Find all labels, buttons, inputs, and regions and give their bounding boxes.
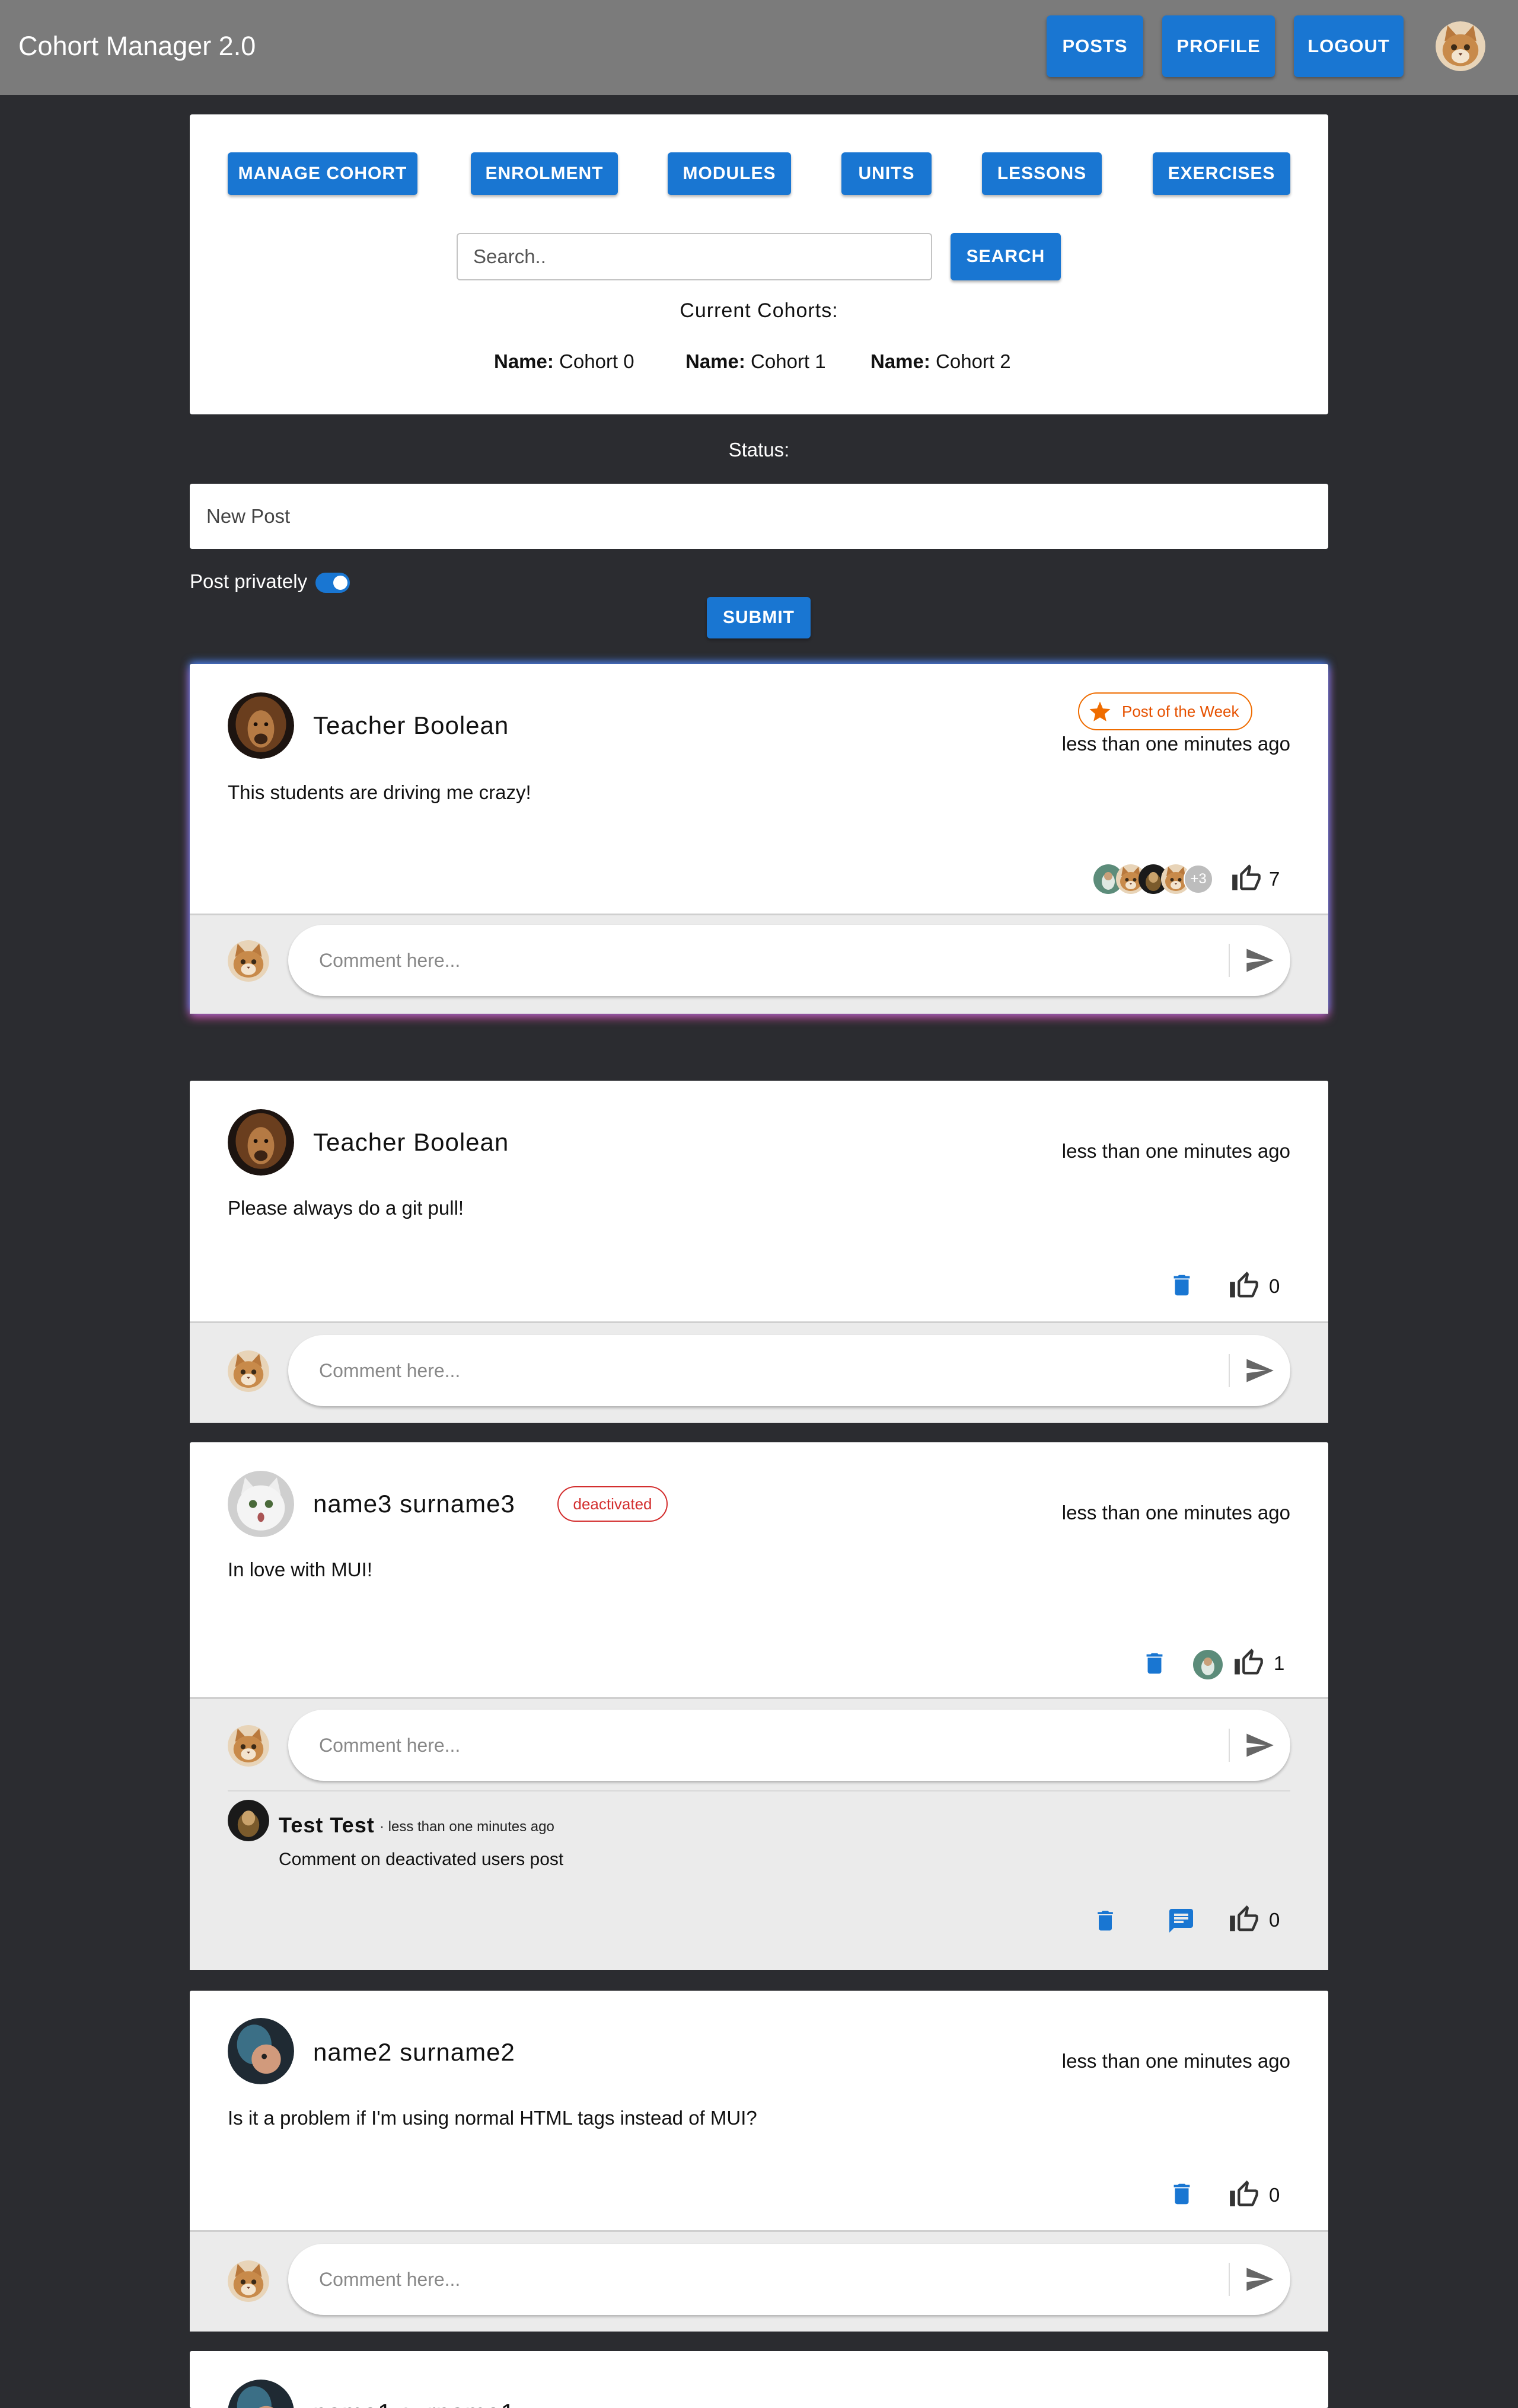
comment-input[interactable] [319, 2262, 1179, 2297]
deactivated-badge: deactivated [557, 1486, 668, 1522]
comment-box [288, 2244, 1290, 2315]
post-card: name2 surname2 less than one minutes ago… [190, 1991, 1328, 2332]
likers-avatar-group[interactable]: +3 [1093, 864, 1218, 895]
submit-post-button[interactable]: SUBMIT [707, 597, 811, 638]
comment-box [288, 1335, 1290, 1406]
comment-text: Comment on deactivated users post [279, 1850, 564, 1869]
send-icon[interactable] [1244, 1730, 1275, 1761]
comment-author[interactable]: Test Test [279, 1813, 375, 1838]
post-author[interactable]: name3 surname3 [313, 1490, 515, 1518]
current-user-avatar [228, 2260, 269, 2302]
like-count: 7 [1269, 868, 1280, 890]
post-card: Teacher Boolean Post of the Week less th… [190, 664, 1328, 1014]
comment-input[interactable] [319, 943, 1179, 978]
current-user-avatar [228, 1350, 269, 1392]
current-cohorts-title: Current Cohorts: [680, 299, 838, 322]
comment-box [288, 1710, 1290, 1781]
star-icon [1088, 700, 1112, 724]
cohort-item: Name: Cohort 1 [685, 350, 826, 372]
post-card: Teacher Boolean less than one minutes ag… [190, 1081, 1328, 1423]
comment-section: Test Test · less than one minutes ago Co… [190, 1697, 1328, 1970]
cohort-management-panel: MANAGE COHORT ENROLMENT MODULES UNITS LE… [190, 114, 1328, 414]
author-avatar[interactable] [228, 2380, 294, 2408]
search-button[interactable]: SEARCH [951, 233, 1061, 280]
like-count: 0 [1269, 2184, 1280, 2206]
post-author[interactable]: Teacher Boolean [313, 711, 509, 740]
post-privately-label: Post privately [190, 570, 308, 592]
like-icon[interactable] [1229, 2179, 1259, 2210]
delete-comment-icon[interactable] [1092, 1908, 1118, 1934]
liker-avatar[interactable] [1193, 1650, 1223, 1679]
cohort-item: Name: Cohort 2 [870, 350, 1011, 372]
post-text: In love with MUI! [228, 1559, 372, 1580]
like-icon[interactable] [1229, 1270, 1259, 1301]
post-author[interactable]: Teacher Boolean [313, 1128, 509, 1157]
post-text: This students are driving me crazy! [228, 781, 531, 803]
post-card: name1 surname1 [190, 2351, 1328, 2408]
like-icon[interactable] [1233, 1647, 1264, 1678]
like-icon[interactable] [1231, 863, 1262, 894]
post-privately-toggle[interactable] [315, 573, 350, 593]
more-likers-count: +3 [1184, 864, 1213, 894]
delete-icon[interactable] [1168, 1272, 1195, 1299]
search-input[interactable] [457, 233, 932, 280]
units-button[interactable]: UNITS [841, 152, 932, 195]
status-label: Status: [728, 439, 790, 461]
post-author[interactable]: name2 surname2 [313, 2038, 515, 2067]
post-timestamp: less than one minutes ago [1061, 733, 1290, 755]
delete-icon[interactable] [1141, 1650, 1168, 1677]
current-user-avatar [228, 1725, 269, 1767]
commenter-avatar[interactable] [228, 1800, 269, 1841]
post-timestamp: less than one minutes ago [1061, 1502, 1290, 1524]
delete-icon[interactable] [1168, 2180, 1195, 2208]
manage-cohort-button[interactable]: MANAGE COHORT [228, 152, 417, 195]
send-icon[interactable] [1244, 2264, 1275, 2295]
app-title: Cohort Manager 2.0 [18, 31, 256, 61]
post-card: name3 surname3 deactivated less than one… [190, 1442, 1328, 1970]
comment-section [190, 1321, 1328, 1423]
exercises-button[interactable]: EXERCISES [1153, 152, 1290, 195]
comment-input[interactable] [319, 1727, 1179, 1763]
modules-button[interactable]: MODULES [668, 152, 791, 195]
profile-nav-button[interactable]: PROFILE [1162, 15, 1275, 77]
post-timestamp: less than one minutes ago [1061, 1140, 1290, 1162]
author-avatar[interactable] [228, 692, 294, 759]
comment-section [190, 914, 1328, 1014]
logout-nav-button[interactable]: LOGOUT [1294, 15, 1404, 77]
like-count: 0 [1269, 1909, 1280, 1931]
post-text: Please always do a git pull! [228, 1197, 464, 1219]
comment-box [288, 925, 1290, 996]
divider [228, 1790, 1290, 1791]
post-author[interactable]: name1 surname1 [313, 2399, 515, 2408]
current-user-avatar [228, 940, 269, 982]
user-avatar[interactable] [1436, 21, 1485, 71]
app-bar: Cohort Manager 2.0 POSTS PROFILE LOGOUT [0, 0, 1518, 95]
comment-timestamp: · less than one minutes ago [380, 1819, 554, 1835]
like-count: 1 [1274, 1652, 1285, 1674]
post-of-the-week-badge: Post of the Week [1078, 692, 1252, 730]
reply-icon[interactable] [1167, 1906, 1195, 1935]
comment-input[interactable] [319, 1353, 1179, 1388]
send-icon[interactable] [1244, 945, 1275, 976]
like-icon[interactable] [1229, 1904, 1259, 1935]
posts-nav-button[interactable]: POSTS [1047, 15, 1143, 77]
author-avatar[interactable] [228, 1109, 294, 1176]
comment-section [190, 2230, 1328, 2332]
new-post-input[interactable]: New Post [190, 484, 1328, 549]
cohort-item: Name: Cohort 0 [494, 350, 634, 372]
lessons-button[interactable]: LESSONS [982, 152, 1102, 195]
enrolment-button[interactable]: ENROLMENT [471, 152, 618, 195]
post-text: Is it a problem if I'm using normal HTML… [228, 2107, 757, 2129]
author-avatar[interactable] [228, 2018, 294, 2084]
author-avatar[interactable] [228, 1471, 294, 1537]
post-timestamp: less than one minutes ago [1061, 2050, 1290, 2072]
send-icon[interactable] [1244, 1355, 1275, 1386]
like-count: 0 [1269, 1275, 1280, 1297]
